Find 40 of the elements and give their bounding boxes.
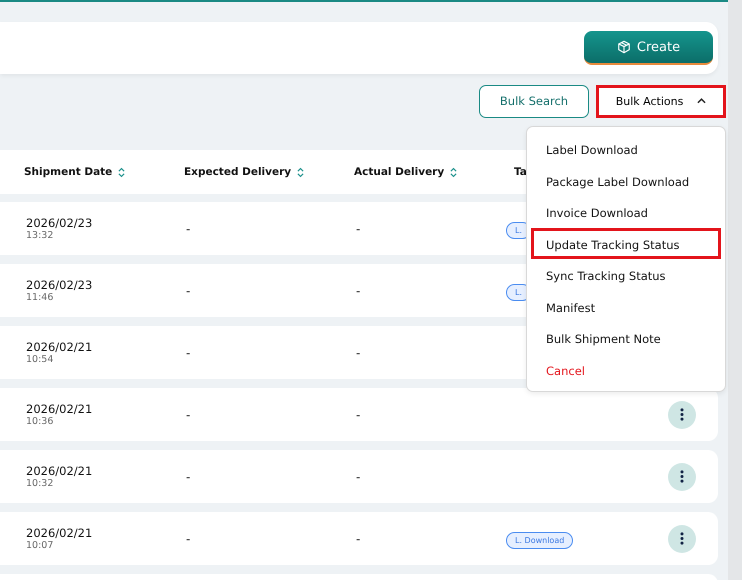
table-cell: - bbox=[186, 408, 190, 422]
menu-item[interactable]: Cancel bbox=[531, 354, 721, 385]
shipment-date: 2026/02/21 bbox=[26, 526, 94, 540]
table-cell: - bbox=[356, 284, 360, 298]
menu-item[interactable]: Invoice Download bbox=[531, 196, 721, 228]
shipment-time: 13:32 bbox=[26, 230, 54, 241]
column-header[interactable]: Ta bbox=[514, 166, 527, 178]
shipment-time: 10:54 bbox=[26, 354, 54, 365]
shipment-date: 2026/02/21 bbox=[26, 402, 94, 416]
create-button[interactable]: Create bbox=[584, 31, 713, 65]
table-cell: - bbox=[356, 222, 360, 236]
bulk-search-button[interactable]: Bulk Search bbox=[479, 84, 589, 118]
menu-item[interactable]: Label Download bbox=[531, 133, 721, 164]
column-header[interactable]: Expected Delivery bbox=[184, 166, 292, 178]
shipment-time: 10:07 bbox=[26, 540, 54, 551]
table-cell: - bbox=[186, 346, 190, 360]
table-cell: - bbox=[356, 408, 360, 422]
table-cell: - bbox=[356, 532, 360, 546]
shipment-time: 11:46 bbox=[26, 292, 54, 303]
shipment-date: 2026/02/23 bbox=[26, 278, 94, 292]
table-cell: - bbox=[186, 284, 190, 298]
menu-item[interactable]: Package Label Download bbox=[531, 164, 721, 196]
column-header[interactable]: Actual Delivery bbox=[354, 166, 444, 178]
table-cell: - bbox=[356, 470, 360, 484]
table-cell: - bbox=[186, 532, 190, 546]
table-cell: - bbox=[186, 470, 190, 484]
shipment-time: 10:36 bbox=[26, 416, 54, 427]
menu-item[interactable]: Manifest bbox=[531, 290, 721, 322]
menu-item[interactable]: Sync Tracking Status bbox=[531, 259, 721, 290]
table-cell: - bbox=[186, 222, 190, 236]
bulk-actions-button[interactable]: Bulk Actions bbox=[596, 84, 726, 118]
shipment-date: 2026/02/21 bbox=[26, 464, 94, 478]
shipment-date: 2026/02/23 bbox=[26, 216, 94, 230]
menu-item[interactable]: Update Tracking Status bbox=[531, 228, 721, 259]
column-header[interactable]: Shipment Date bbox=[24, 166, 112, 178]
menu-item[interactable]: Bulk Shipment Note bbox=[531, 322, 721, 354]
shipment-time: 10:32 bbox=[26, 478, 54, 489]
table-cell: - bbox=[356, 346, 360, 360]
shipment-date: 2026/02/21 bbox=[26, 340, 94, 354]
tag-badge: L. Download bbox=[506, 532, 574, 549]
